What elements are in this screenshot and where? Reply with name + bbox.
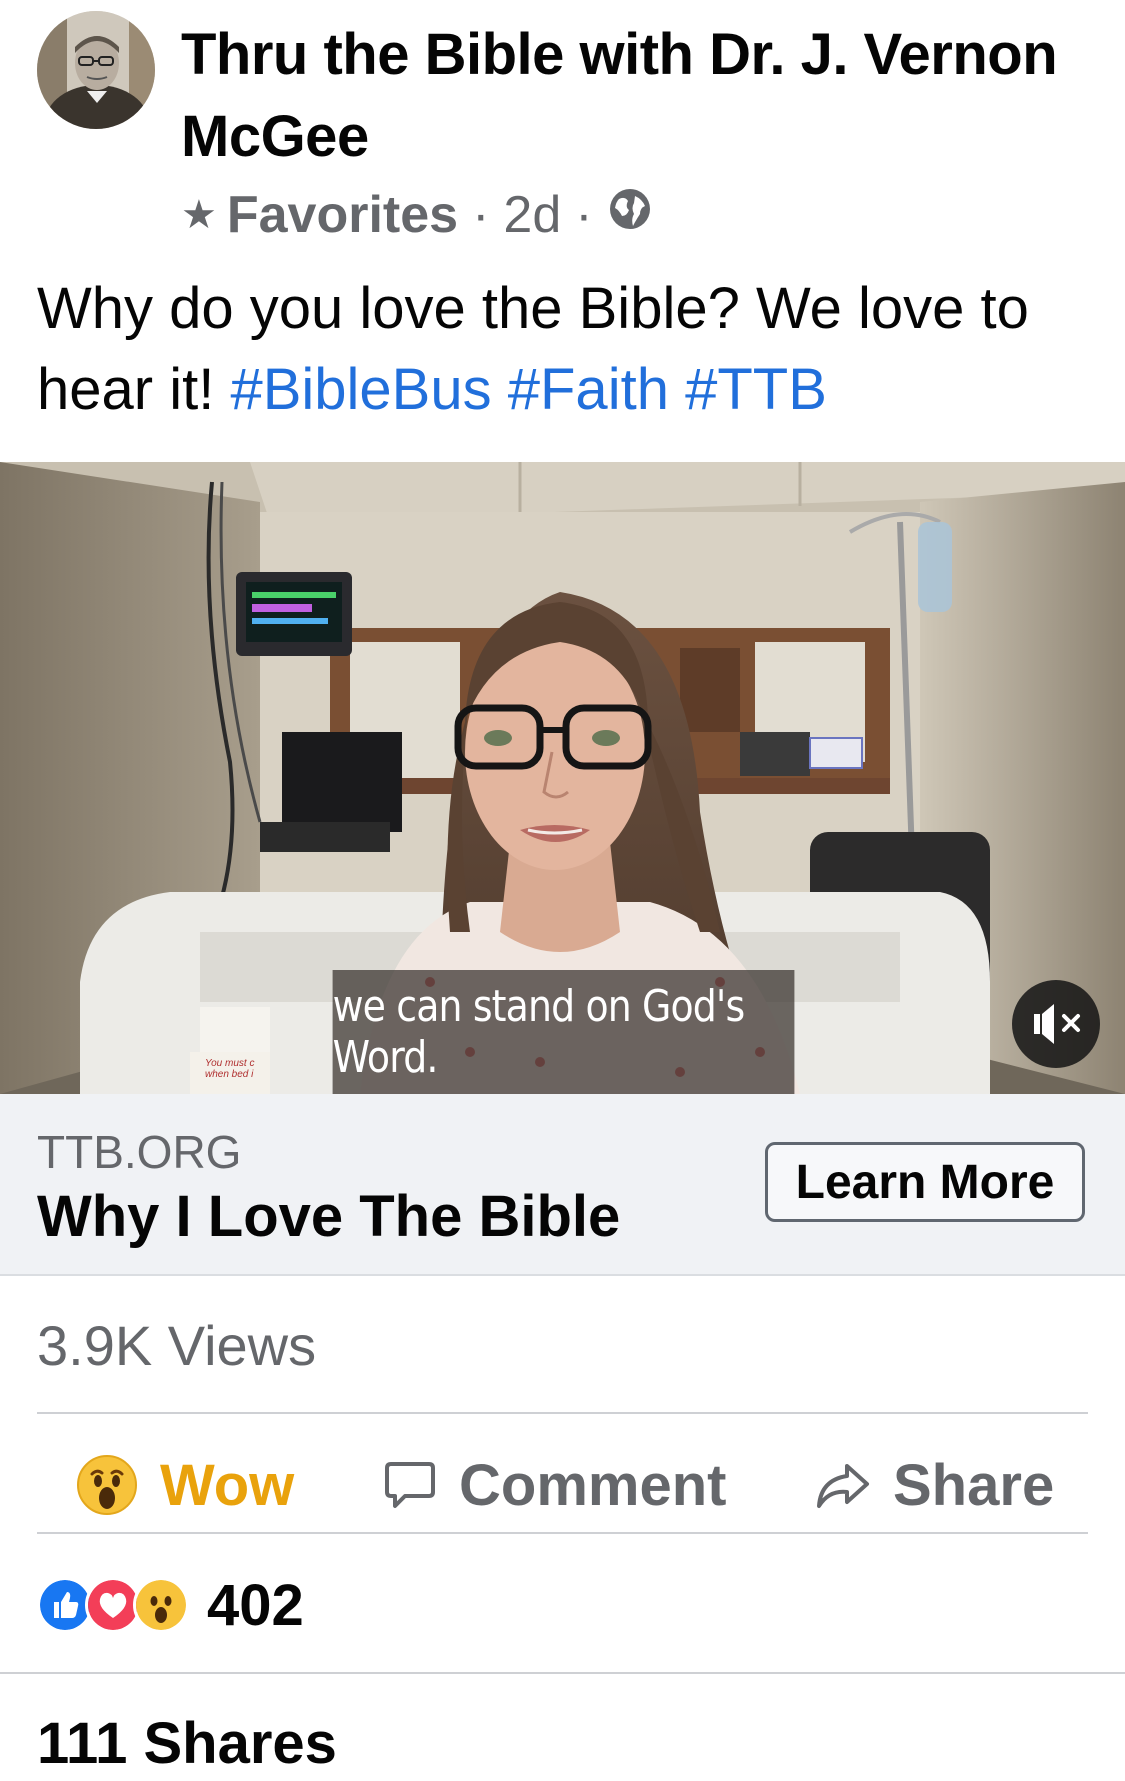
divider [0, 1672, 1125, 1674]
learn-more-button[interactable]: Learn More [765, 1142, 1085, 1222]
globe-icon [607, 185, 653, 245]
reactions-summary[interactable]: 402 [37, 1570, 304, 1640]
divider [37, 1532, 1088, 1534]
post-meta: ★ Favorites · 2d · [181, 180, 653, 250]
post-caption: Why do you love the Bible? We love to he… [37, 268, 1097, 430]
hashtag-link[interactable]: #Faith [508, 357, 669, 422]
mute-button[interactable] [1012, 980, 1100, 1068]
link-title[interactable]: Why I Love The Bible [37, 1183, 620, 1250]
wow-reaction-button[interactable]: Wow [76, 1440, 294, 1530]
share-button[interactable]: Share [815, 1440, 1054, 1530]
share-label: Share [893, 1452, 1055, 1518]
comment-button[interactable]: Comment [383, 1440, 726, 1530]
meta-separator: · [472, 186, 490, 244]
view-count: 3.9K Views [37, 1314, 317, 1377]
wow-reaction-icon [133, 1577, 189, 1633]
mute-icon [1034, 1004, 1080, 1044]
favorites-label[interactable]: Favorites [227, 185, 458, 245]
divider [37, 1412, 1088, 1414]
hashtag-link[interactable]: #TTB [685, 357, 827, 422]
share-count[interactable]: 111 Shares [37, 1710, 337, 1777]
video-subtitle: we can stand on God's Word. [332, 970, 795, 1094]
share-icon [817, 1464, 869, 1508]
reactions-count: 402 [207, 1572, 304, 1638]
wow-label: Wow [160, 1452, 295, 1518]
link-domain: TTB.ORG [37, 1126, 242, 1178]
meta-separator: · [575, 186, 593, 244]
author-name[interactable]: Thru the Bible with Dr. J. Vernon McGee [181, 14, 1061, 178]
post-time[interactable]: 2d [503, 185, 561, 245]
wow-icon [77, 1455, 137, 1515]
comment-icon [385, 1462, 435, 1508]
comment-label: Comment [459, 1452, 727, 1518]
author-avatar[interactable] [37, 11, 155, 129]
hashtag-link[interactable]: #BibleBus [230, 357, 491, 422]
star-icon: ★ [181, 193, 217, 237]
bed-sign: You must c when bed i [205, 1058, 255, 1080]
